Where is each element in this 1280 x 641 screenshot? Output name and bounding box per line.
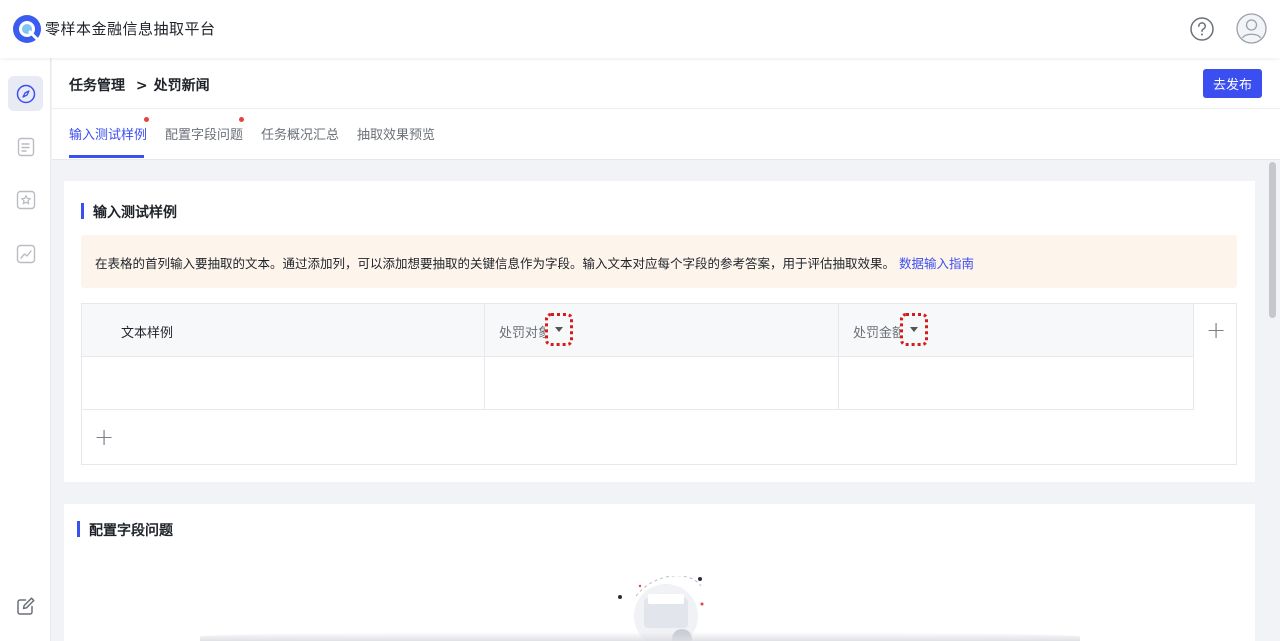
page-header: 任务管理 > 处罚新闻 去发布 输入测试样例 配置字段问题 任务概况汇总 抽取效果… xyxy=(52,58,1280,160)
nav-document[interactable] xyxy=(8,129,43,164)
compass-icon xyxy=(16,84,35,103)
help-icon[interactable] xyxy=(1189,16,1215,42)
breadcrumb-parent[interactable]: 任务管理 xyxy=(69,78,125,94)
avatar-icon[interactable] xyxy=(1236,13,1267,44)
section-title: 配置字段问题 xyxy=(77,520,173,540)
logo-icon xyxy=(13,15,41,43)
scrollbar-thumb[interactable] xyxy=(1269,162,1276,318)
tab-task-summary[interactable]: 任务概况汇总 xyxy=(261,124,339,143)
breadcrumb-separator: > xyxy=(135,78,148,94)
app-title: 零样本金融信息抽取平台 xyxy=(45,20,216,38)
add-row-button[interactable]: + xyxy=(94,425,114,449)
section-title: 输入测试样例 xyxy=(81,202,177,222)
divider xyxy=(52,108,1280,109)
column-header-penalty-target: 处罚对象 xyxy=(499,326,552,341)
table-row[interactable] xyxy=(82,357,1194,410)
add-column-button[interactable]: + xyxy=(1206,318,1226,342)
table-header xyxy=(82,304,1194,357)
input-samples-card: 输入测试样例 在表格的首列输入要抽取的文本。通过添加列，可以添加想要抽取的关键信… xyxy=(64,181,1255,482)
notice-text: 在表格的首列输入要抽取的文本。通过添加列，可以添加想要抽取的关键信息作为字段。输… xyxy=(95,256,896,271)
column-divider xyxy=(838,304,839,410)
caret-down-icon xyxy=(555,327,563,332)
nav-star[interactable] xyxy=(8,182,43,217)
tab-config-fields[interactable]: 配置字段问题 xyxy=(165,124,243,143)
star-icon xyxy=(16,190,35,209)
publish-button[interactable]: 去发布 xyxy=(1203,69,1262,98)
config-fields-card: 配置字段问题 xyxy=(64,504,1255,641)
nav-chart[interactable] xyxy=(8,236,43,271)
top-bar: 零样本金融信息抽取平台 xyxy=(0,0,1280,58)
nav-edit[interactable] xyxy=(8,588,43,623)
column-divider xyxy=(1193,304,1194,410)
column-header-text-sample: 文本样例 xyxy=(121,326,174,341)
caret-down-icon xyxy=(910,327,918,332)
chart-icon xyxy=(16,244,35,263)
tab-badge-dot xyxy=(144,117,149,122)
breadcrumb: 任务管理 > 处罚新闻 xyxy=(69,75,216,95)
breadcrumb-current: 处罚新闻 xyxy=(153,78,210,94)
tab-extraction-preview[interactable]: 抽取效果预览 xyxy=(357,124,435,143)
scrollbar[interactable] xyxy=(1269,162,1276,641)
info-notice: 在表格的首列输入要抽取的文本。通过添加列，可以添加想要抽取的关键信息作为字段。输… xyxy=(81,235,1237,288)
document-icon xyxy=(17,137,34,156)
active-tab-indicator xyxy=(69,155,144,158)
nav-compass[interactable] xyxy=(8,76,43,111)
tab-input-samples[interactable]: 输入测试样例 xyxy=(69,124,147,143)
column-divider xyxy=(484,304,485,410)
column-dropdown-button[interactable] xyxy=(900,313,928,346)
column-header-penalty-amount: 处罚金额 xyxy=(853,326,906,341)
samples-table: 文本样例 处罚对象 处罚金额 + + xyxy=(81,303,1237,465)
tab-badge-dot xyxy=(239,117,244,122)
edit-icon xyxy=(16,596,35,615)
sidebar xyxy=(0,58,51,641)
bottom-shadow xyxy=(200,632,1080,641)
data-guide-link[interactable]: 数据输入指南 xyxy=(899,256,974,271)
column-dropdown-button[interactable] xyxy=(545,313,573,346)
